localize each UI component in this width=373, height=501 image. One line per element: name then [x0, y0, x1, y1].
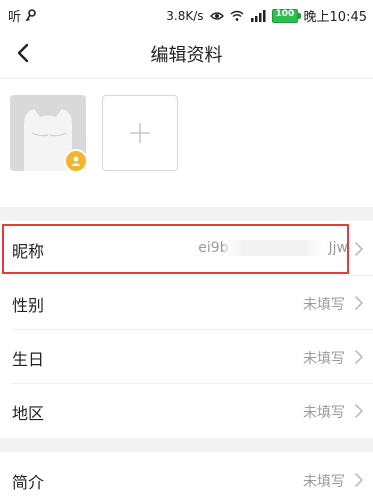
battery-icon: 100 [271, 8, 301, 23]
chevron-right-icon [355, 473, 363, 487]
key-icon [25, 8, 36, 21]
battery-level: 100 [275, 8, 295, 19]
wifi-icon [230, 10, 243, 21]
birthday-label: 生日 [12, 350, 45, 369]
page-title: 编辑资料 [150, 45, 223, 66]
region-row[interactable]: 地区 未填写 [0, 384, 373, 438]
birthday-row[interactable]: 生日 未填写 [0, 330, 373, 384]
edit-profile-screen: 听 3.8K/s 100 晚上10:45 编辑资料 昵称 ei9b Jjw 性别… [0, 0, 373, 501]
section-divider [0, 207, 373, 221]
region-value: 未填写 [303, 405, 345, 421]
section-divider [0, 438, 373, 452]
add-photo-button[interactable] [102, 95, 178, 171]
net-speed: 3.8K/s [166, 8, 204, 23]
gender-value: 未填写 [303, 297, 345, 313]
status-right: 3.8K/s 100 晚上10:45 [166, 6, 367, 25]
bio-value: 未填写 [303, 474, 345, 490]
chevron-right-icon [355, 350, 363, 364]
highlight-box [2, 224, 349, 274]
gender-label: 性别 [12, 296, 45, 315]
status-left: 听 [8, 6, 37, 25]
plus-icon [130, 123, 150, 143]
status-bar: 听 3.8K/s 100 晚上10:45 [0, 0, 373, 28]
bio-row[interactable]: 简介 未填写 [0, 453, 373, 501]
region-label: 地区 [12, 404, 45, 423]
birthday-value: 未填写 [303, 351, 345, 367]
photo-section [0, 79, 373, 207]
clock: 晚上10:45 [303, 10, 367, 25]
eye-icon [209, 11, 224, 20]
chevron-right-icon [355, 296, 363, 310]
gender-row[interactable]: 性别 未填写 [0, 276, 373, 330]
bio-label: 简介 [12, 473, 45, 492]
chevron-right-icon [355, 404, 363, 418]
signal-icon [250, 9, 266, 22]
chevron-right-icon [355, 242, 363, 256]
user-badge-icon [64, 149, 88, 173]
nav-bar: 编辑资料 [0, 28, 373, 79]
listen-indicator: 听 [8, 10, 22, 25]
